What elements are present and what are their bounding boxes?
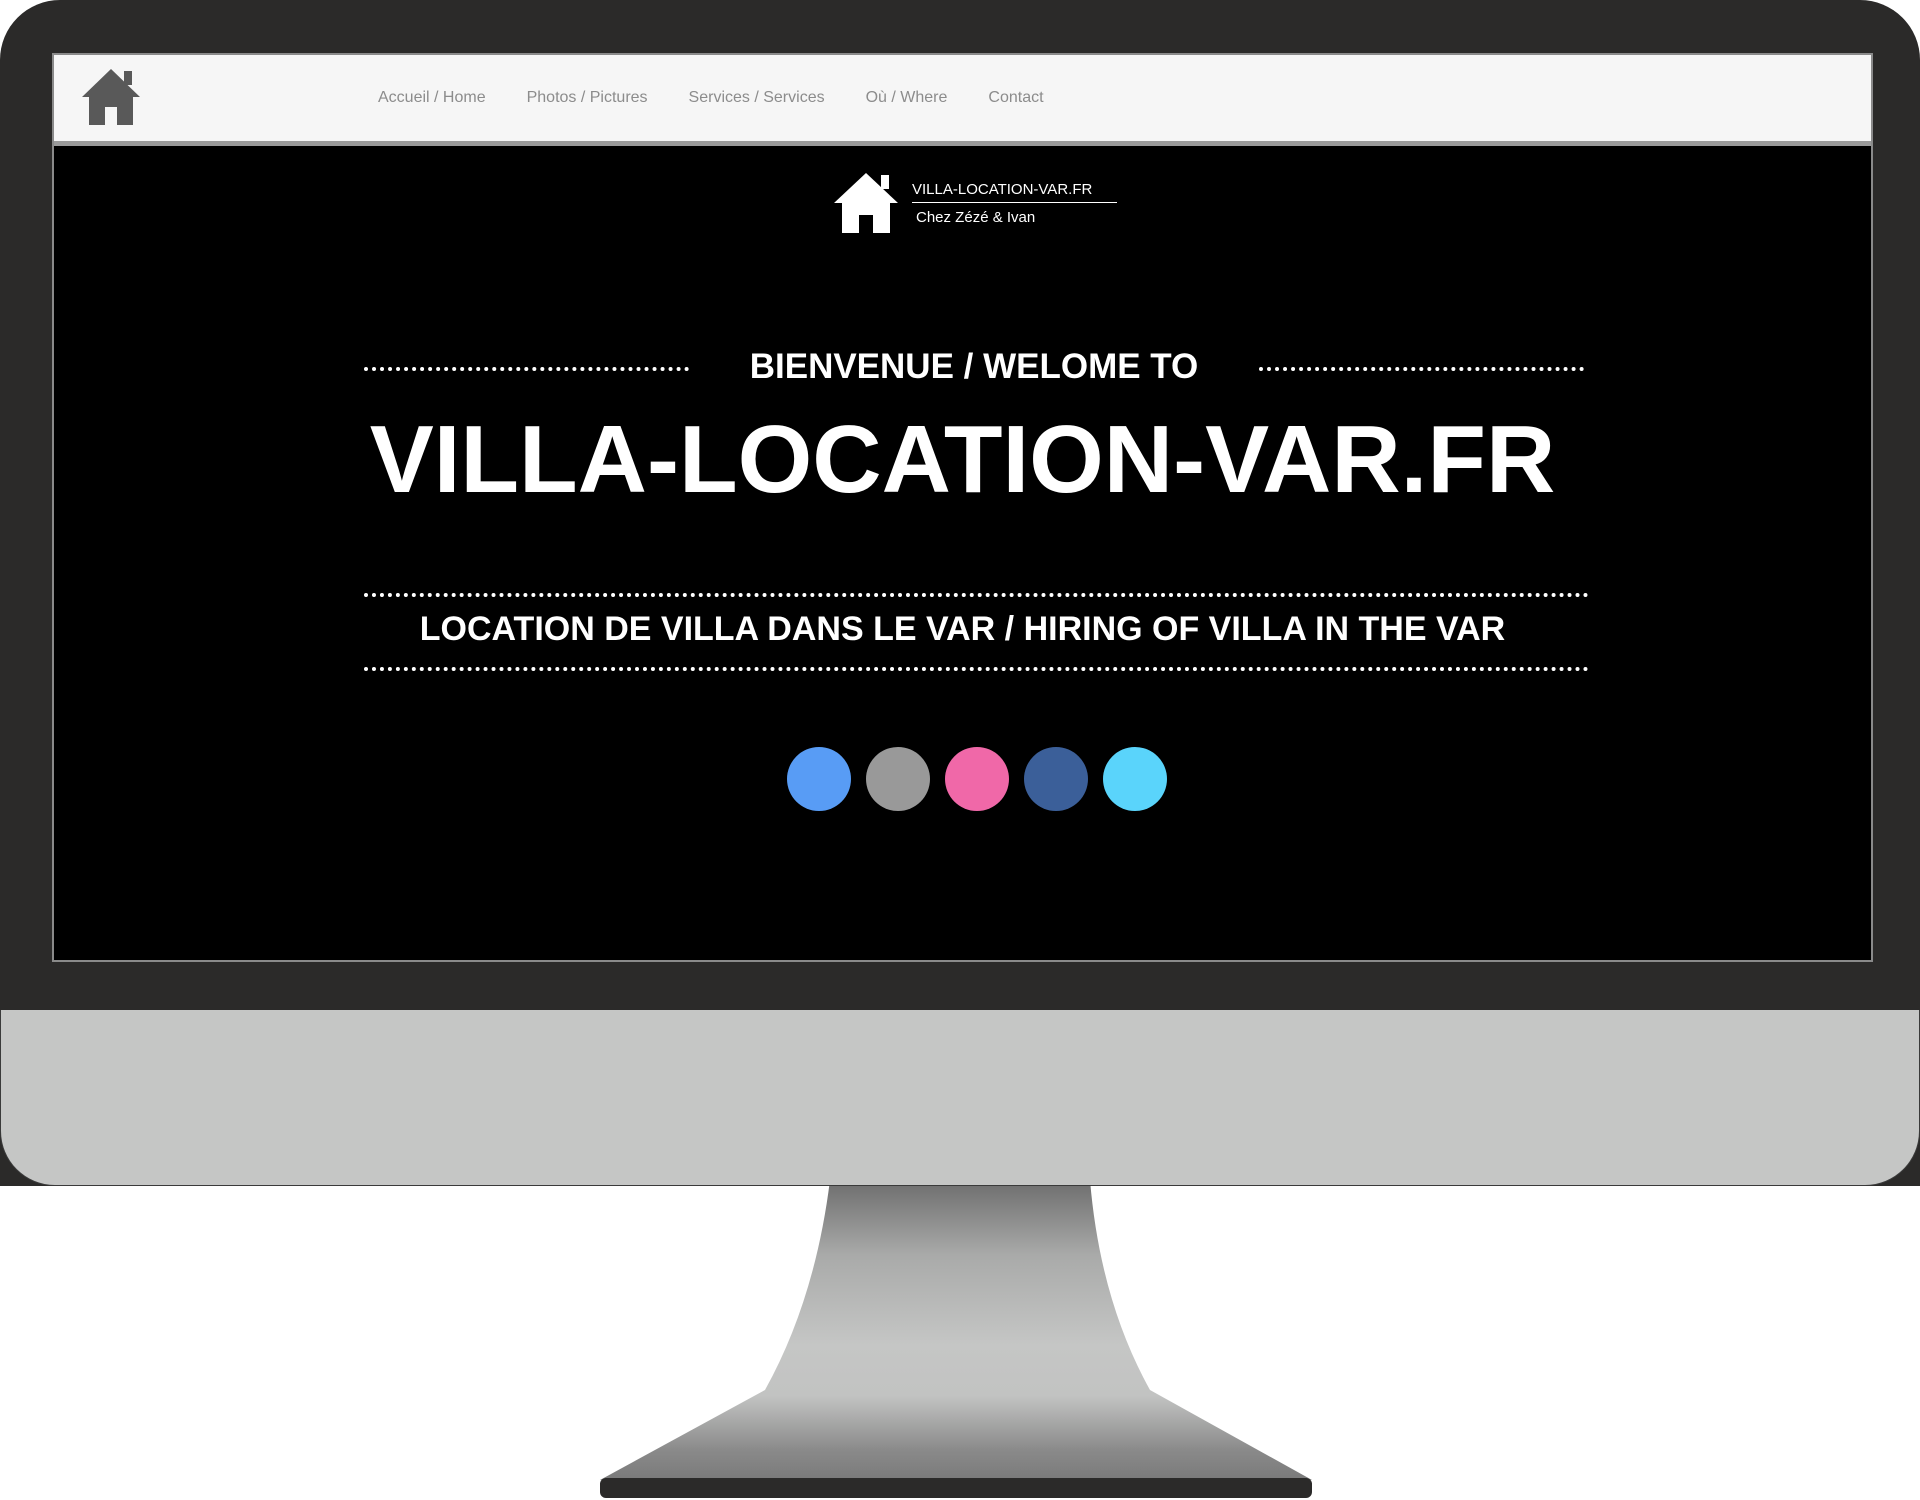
- social-link-cyan[interactable]: [1103, 747, 1167, 811]
- social-link-gray[interactable]: [866, 747, 930, 811]
- dotted-divider: [1259, 367, 1584, 371]
- social-link-blue[interactable]: [787, 747, 851, 811]
- top-navbar: Accueil / Home Photos / Pictures Service…: [54, 55, 1871, 146]
- social-link-navy[interactable]: [1024, 747, 1088, 811]
- hero-title: VILLA-LOCATION-VAR.FR: [369, 406, 1556, 513]
- logo-divider: [912, 202, 1117, 203]
- logo-title: VILLA-LOCATION-VAR.FR: [912, 181, 1093, 198]
- monitor-mockup: Accueil / Home Photos / Pictures Service…: [0, 0, 1920, 1500]
- welcome-row: BIENVENUE / WELOME TO: [364, 345, 1584, 395]
- hero-tagline: LOCATION DE VILLA DANS LE VAR / HIRING O…: [419, 610, 1506, 648]
- nav-item-home[interactable]: Accueil / Home: [378, 89, 486, 107]
- dotted-divider: [364, 667, 1589, 671]
- house-icon: [834, 173, 898, 233]
- monitor-chin: [0, 1010, 1920, 1186]
- website-screen: Accueil / Home Photos / Pictures Service…: [52, 53, 1873, 962]
- social-link-pink[interactable]: [945, 747, 1009, 811]
- social-links: [787, 747, 1167, 811]
- home-icon[interactable]: [80, 67, 142, 127]
- nav-menu: Accueil / Home Photos / Pictures Service…: [378, 55, 1085, 141]
- nav-item-photos[interactable]: Photos / Pictures: [527, 89, 648, 107]
- nav-item-where[interactable]: Où / Where: [866, 89, 948, 107]
- nav-item-contact[interactable]: Contact: [988, 89, 1043, 107]
- site-logo[interactable]: VILLA-LOCATION-VAR.FR Chez Zézé & Ivan: [832, 171, 1132, 243]
- dotted-divider: [364, 593, 1589, 597]
- nav-item-services[interactable]: Services / Services: [689, 89, 825, 107]
- logo-subtitle: Chez Zézé & Ivan: [916, 209, 1036, 226]
